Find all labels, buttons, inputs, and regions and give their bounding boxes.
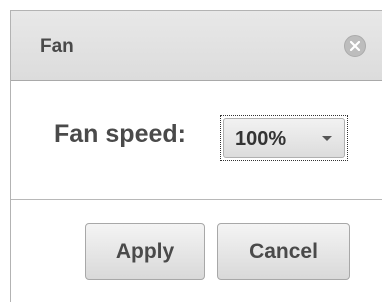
- fan-speed-value: 100%: [235, 128, 287, 150]
- fan-speed-select[interactable]: 100%: [220, 115, 348, 161]
- dialog-titlebar: Fan: [11, 11, 382, 81]
- divider: [11, 199, 382, 200]
- fan-dialog: Fan Fan speed: 100% Apply Cancel: [10, 10, 382, 302]
- close-icon[interactable]: [344, 35, 366, 57]
- apply-button[interactable]: Apply: [85, 223, 205, 280]
- dialog-body: Fan speed: 100%: [11, 82, 382, 199]
- cancel-button[interactable]: Cancel: [217, 223, 350, 280]
- fan-speed-select-box[interactable]: 100%: [223, 118, 345, 158]
- chevron-down-icon: [322, 136, 332, 141]
- dialog-title: Fan: [40, 36, 74, 57]
- fan-speed-label: Fan speed:: [54, 120, 186, 148]
